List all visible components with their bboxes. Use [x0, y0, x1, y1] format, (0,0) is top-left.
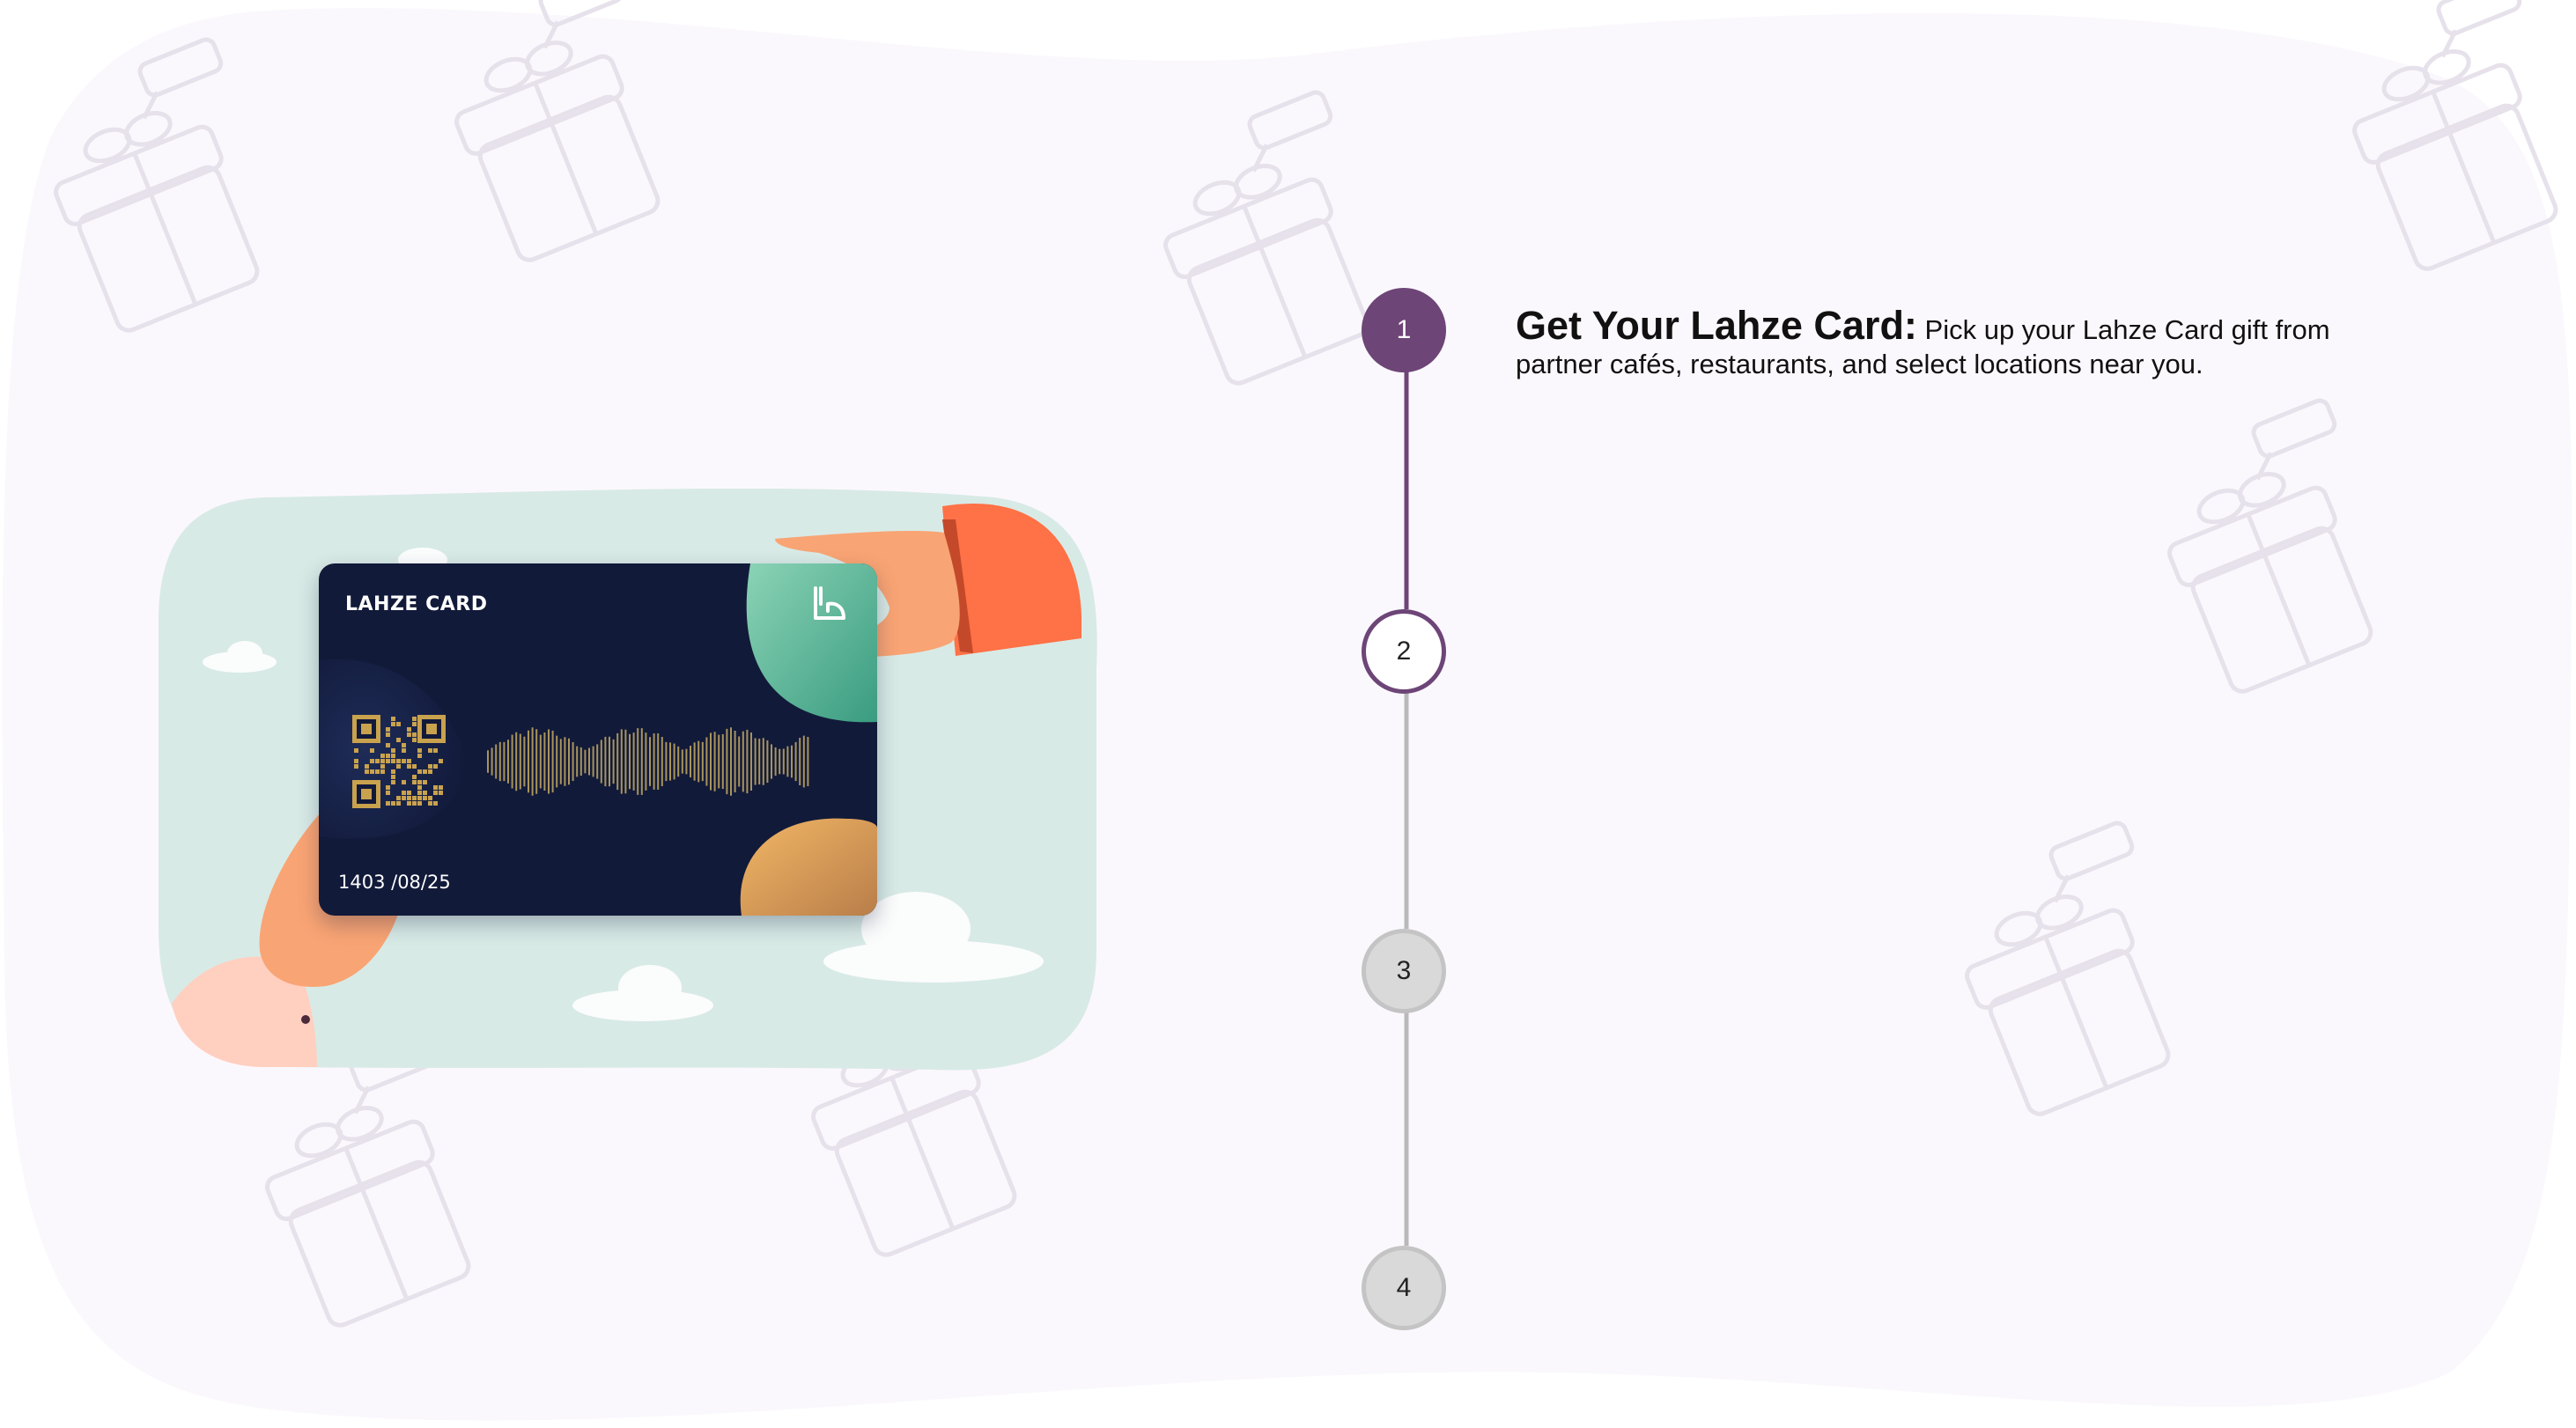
step-4-number: 4 [1396, 1273, 1412, 1302]
sound-wave-icon [487, 727, 809, 796]
card-date: 1403 /08/25 [338, 872, 451, 893]
step-2-indicator[interactable]: 2 [1362, 609, 1446, 694]
qr-code-icon [352, 715, 446, 808]
step-1-number: 1 [1396, 315, 1412, 344]
step-1-indicator[interactable]: 1 [1362, 288, 1446, 372]
card-title: LAHZE CARD [345, 593, 488, 615]
step-4-indicator[interactable]: 4 [1362, 1246, 1446, 1330]
step-3-indicator[interactable]: 3 [1362, 929, 1446, 1013]
lahze-logo-icon [814, 586, 845, 620]
lahze-card: LAHZE CARD 1403 /08/25 [319, 563, 877, 916]
step-2-number: 2 [1396, 637, 1412, 666]
step-heading: Get Your Lahze Card: [1516, 303, 1917, 348]
step-description: Get Your Lahze Card: Pick up your Lahze … [1516, 305, 2396, 381]
step-timeline [1404, 370, 1409, 1246]
step-3-number: 3 [1396, 956, 1412, 985]
